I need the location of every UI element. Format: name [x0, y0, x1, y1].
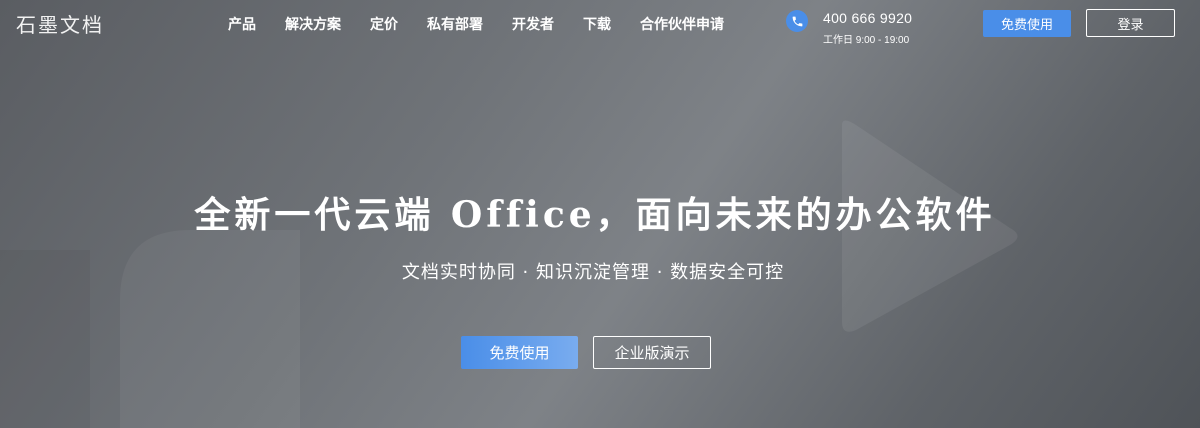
free-trial-button-hero[interactable]: 免费使用: [461, 336, 578, 369]
nav-item-download[interactable]: 下载: [583, 14, 611, 34]
nav-item-private-deployment[interactable]: 私有部署: [427, 14, 483, 34]
nav-item-developers[interactable]: 开发者: [512, 14, 554, 34]
main-nav: 产品 解决方案 定价 私有部署 开发者 下载 合作伙伴申请: [228, 14, 753, 34]
free-trial-button-header[interactable]: 免费使用: [983, 10, 1071, 37]
enterprise-demo-button[interactable]: 企业版演示: [593, 336, 711, 369]
nav-item-partner-apply[interactable]: 合作伙伴申请: [640, 14, 724, 34]
site-header: 石墨文档 产品 解决方案 定价 私有部署 开发者 下载 合作伙伴申请 400 6…: [0, 0, 1200, 50]
nav-item-solutions[interactable]: 解决方案: [285, 14, 341, 34]
nav-item-products[interactable]: 产品: [228, 14, 256, 34]
hero-subline: 文档实时协同 · 知识沉淀管理 · 数据安全可控: [401, 262, 785, 283]
hero-headline: 全新一代云端 Office，面向未来的办公软件: [194, 194, 996, 236]
phone-hours: 工作日 9:00 - 19:00: [823, 35, 910, 46]
brand-logo[interactable]: 石墨文档: [16, 9, 104, 38]
login-button[interactable]: 登录: [1086, 9, 1175, 37]
phone-icon: [786, 10, 808, 32]
nav-item-pricing[interactable]: 定价: [370, 14, 398, 34]
phone-number: 400 666 9920: [823, 10, 913, 26]
